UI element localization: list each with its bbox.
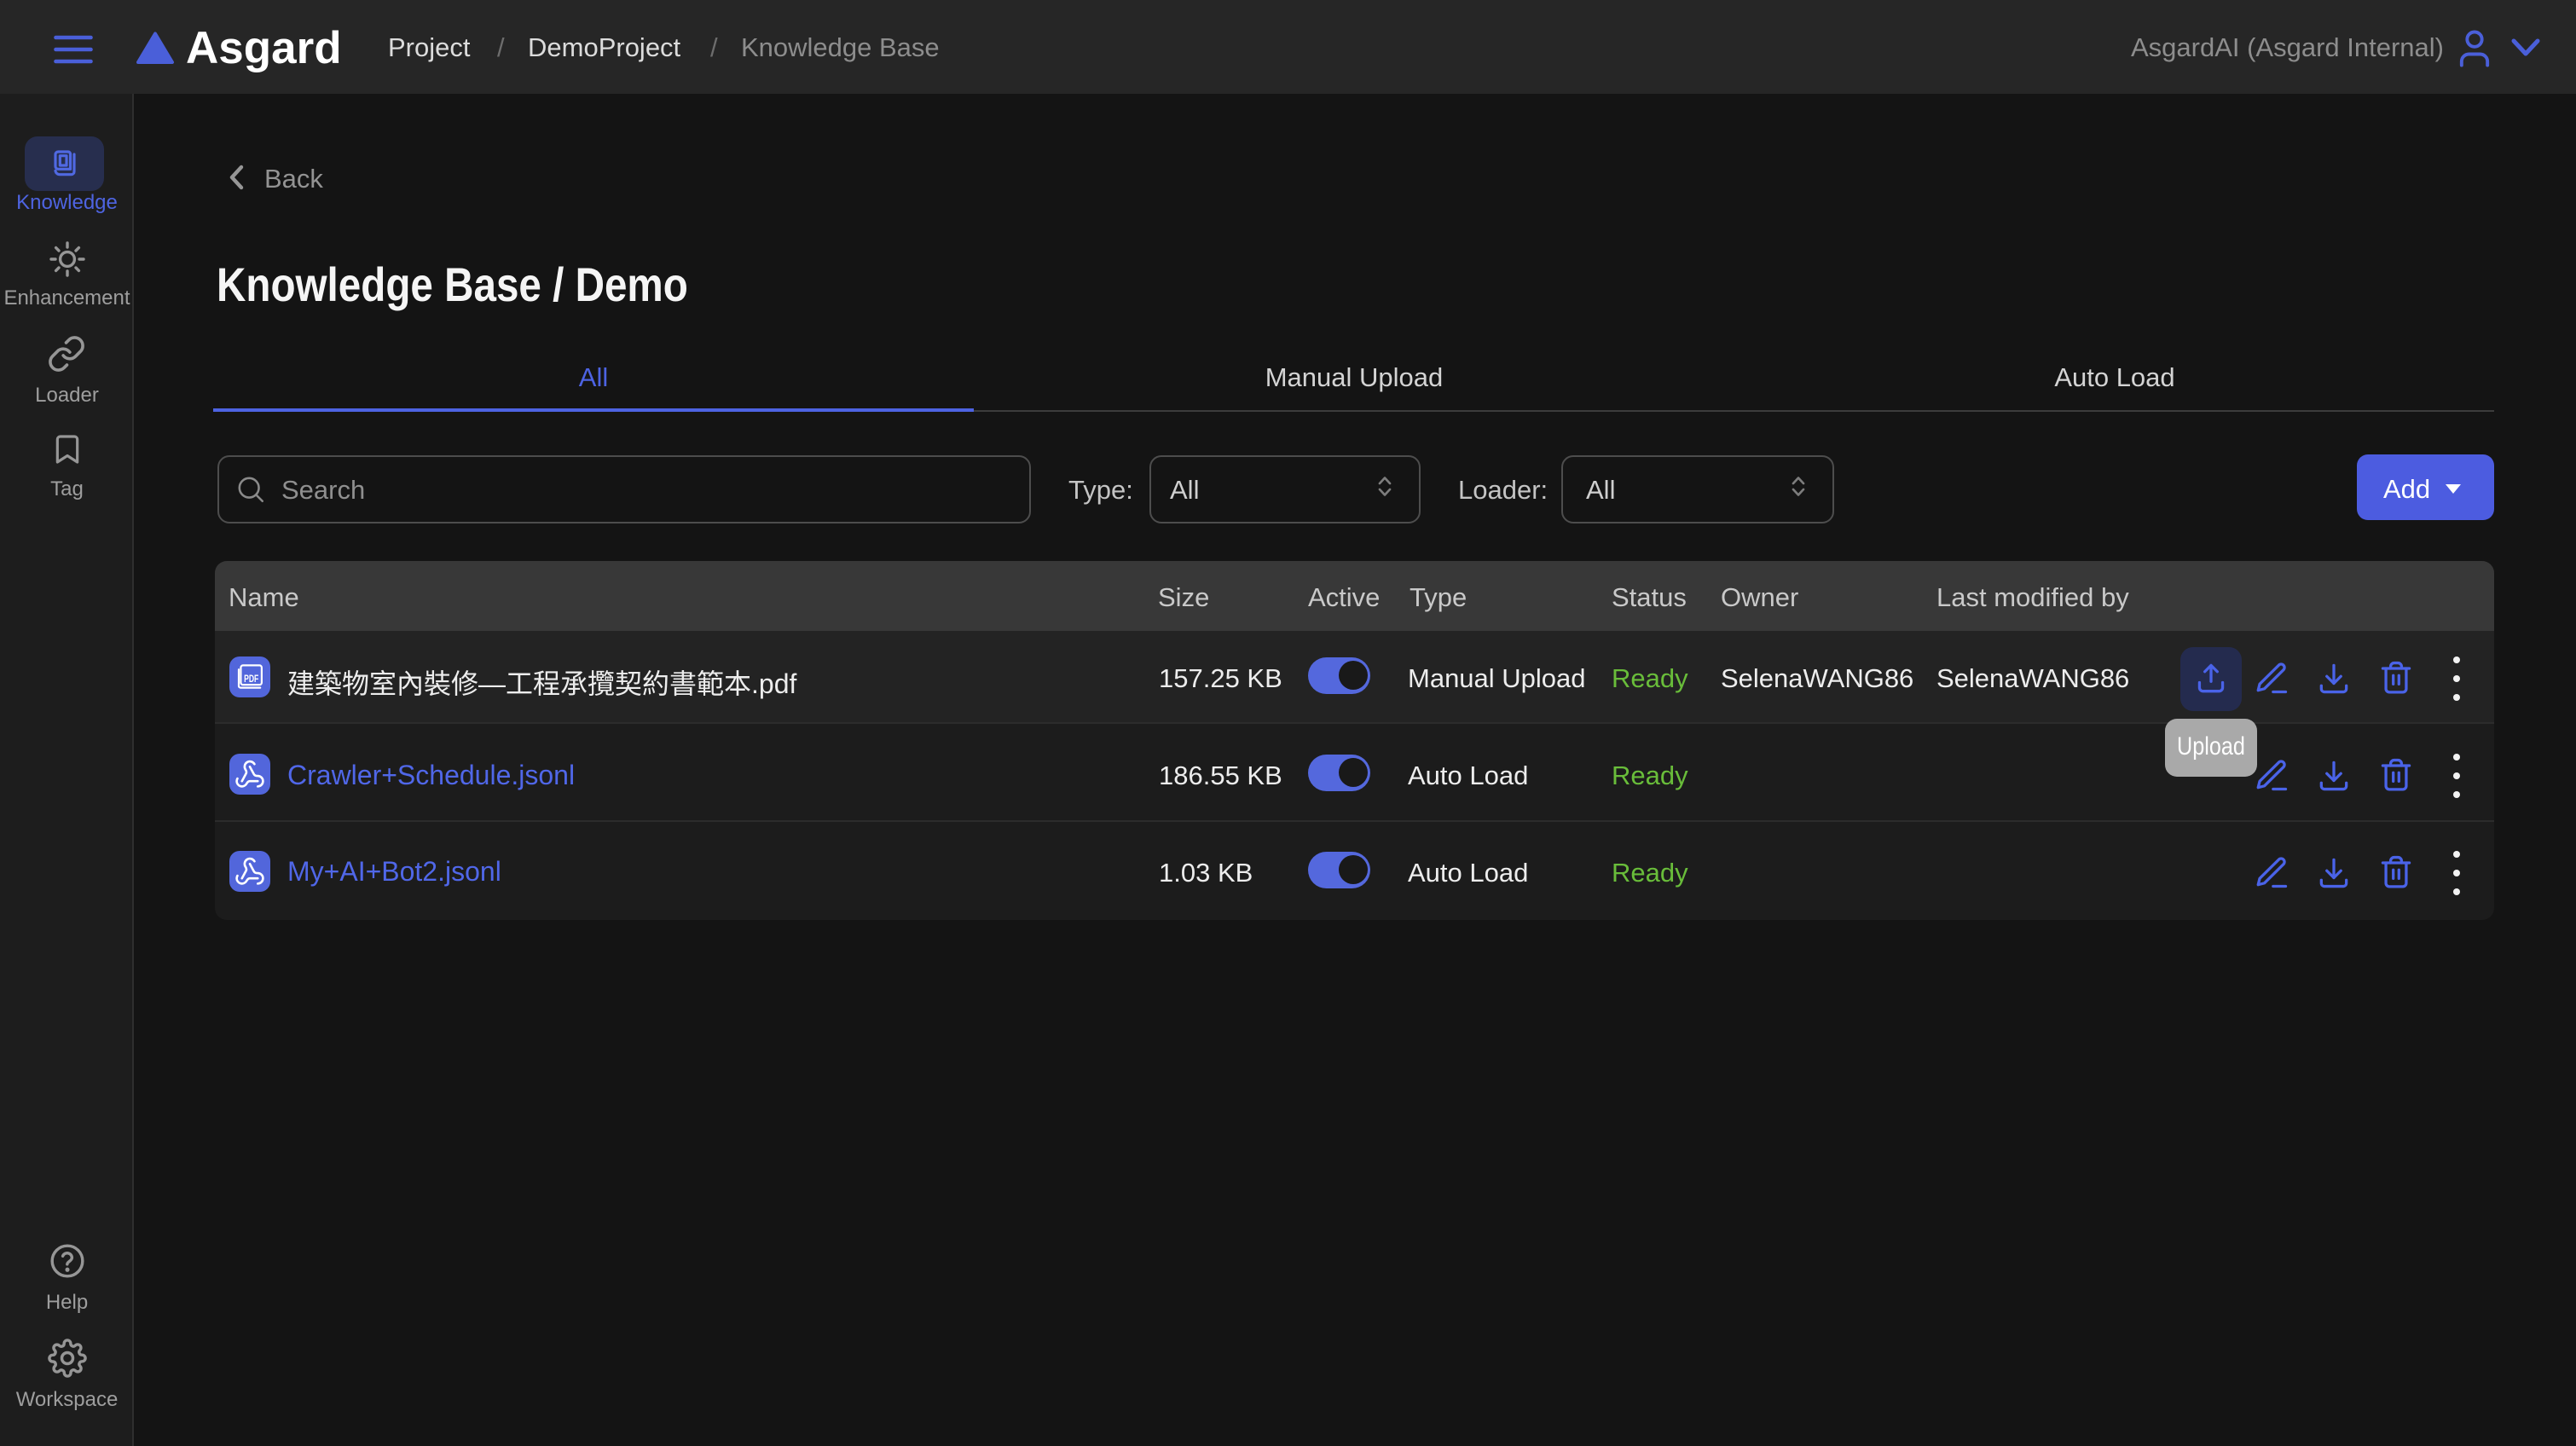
svg-text:PDF: PDF — [244, 673, 258, 685]
